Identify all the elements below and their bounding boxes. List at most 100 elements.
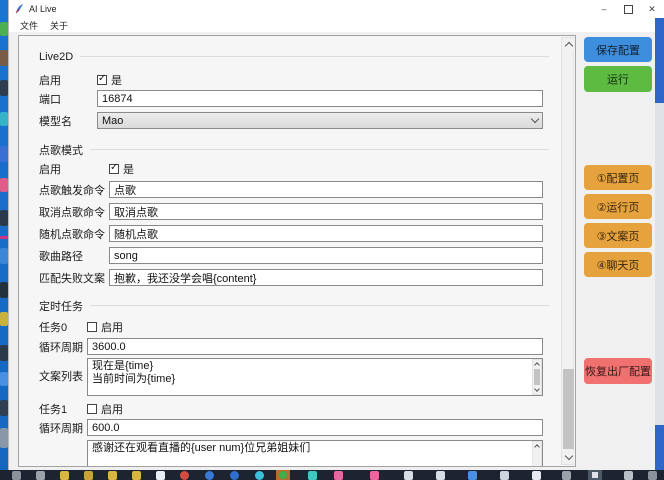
scroll-down-icon[interactable] — [533, 386, 541, 394]
live2d-enable-checkbox[interactable] — [97, 75, 107, 85]
taskbar-icon[interactable] — [12, 471, 21, 480]
taskbar-icon[interactable] — [334, 471, 343, 480]
taskbar-icon[interactable] — [624, 471, 633, 480]
taskbar-icon[interactable] — [648, 471, 657, 480]
section-header-timed-tasks: 定时任务 — [39, 299, 549, 312]
taskbar-icon[interactable] — [562, 471, 571, 480]
taskbar-icon[interactable] — [370, 471, 379, 480]
section-divider — [90, 149, 549, 150]
factory-reset-button[interactable]: 恢复出厂配置 — [584, 358, 652, 384]
task0-textarea-scrollbar[interactable] — [532, 359, 542, 395]
task1-textarea-scrollbar[interactable] — [532, 441, 542, 467]
song-path-input[interactable]: song — [109, 247, 543, 264]
scroll-down-icon[interactable] — [562, 451, 575, 463]
taskbar-icon[interactable] — [60, 471, 69, 480]
taskbar-icon-active[interactable] — [276, 470, 290, 480]
scrollbar-thumb[interactable] — [563, 369, 574, 449]
song-enable-text: 是 — [123, 161, 134, 177]
live2d-enable-label: 启用 — [39, 73, 61, 87]
task0-enable-text: 启用 — [101, 319, 123, 335]
menu-item-about[interactable]: 关于 — [50, 19, 68, 32]
taskbar-icon[interactable] — [532, 471, 541, 480]
song-fail-input[interactable]: 抱歉，我还没学会唱{content} — [109, 269, 543, 286]
song-path-label: 歌曲路径 — [39, 249, 83, 263]
section-title: Live2D — [39, 51, 73, 63]
song-cancel-input[interactable]: 取消点歌 — [109, 203, 543, 220]
taskbar-icon[interactable] — [500, 471, 509, 480]
window-title: AI Live — [29, 4, 57, 14]
task0-list-textarea[interactable]: 现在是{time} 当前时间为{time} — [87, 358, 543, 396]
task1-enable-checkbox[interactable] — [87, 404, 97, 414]
taskbar-icon[interactable] — [108, 471, 117, 480]
scrollbar-thumb[interactable] — [534, 369, 540, 385]
desktop-icon-fragment — [0, 112, 8, 126]
task1-label: 任务1 — [39, 402, 67, 416]
taskbar-icon[interactable] — [230, 471, 239, 480]
form-scrollbar[interactable] — [561, 37, 574, 465]
task1-enable-row: 启用 — [87, 402, 123, 416]
desktop-icon-fragment — [0, 312, 8, 326]
song-trigger-input[interactable]: 点歌 — [109, 181, 543, 198]
desktop-icon-fragment — [0, 50, 8, 66]
run-button[interactable]: 运行 — [584, 66, 652, 92]
model-value: Mao — [102, 115, 532, 127]
taskbar-icon[interactable] — [36, 471, 45, 480]
task0-label: 任务0 — [39, 320, 67, 334]
nav-run-page-button[interactable]: ②运行页 — [584, 194, 652, 219]
menu-bar: 文件 关于 — [9, 18, 655, 32]
taskbar-icon[interactable] — [156, 471, 165, 480]
taskbar-icon[interactable] — [205, 471, 214, 480]
song-random-input[interactable]: 随机点歌 — [109, 225, 543, 242]
task1-enable-text: 启用 — [101, 401, 123, 417]
scroll-up-icon[interactable] — [533, 360, 541, 368]
task1-list-textarea[interactable]: 感谢还在观看直播的{user num}位兄弟姐妹们 — [87, 440, 543, 467]
taskbar-icon-highlighted[interactable] — [588, 470, 602, 480]
taskbar-icon — [279, 471, 287, 479]
taskbar[interactable] — [0, 470, 664, 480]
taskbar-icon[interactable] — [468, 471, 477, 480]
taskbar-icon[interactable] — [255, 471, 264, 480]
save-config-button[interactable]: 保存配置 — [584, 37, 652, 62]
desktop-icon-fragment — [0, 210, 8, 226]
section-divider — [90, 305, 549, 306]
desktop-icon-fragment — [0, 400, 8, 416]
desktop-icon-fragment — [0, 345, 8, 361]
task0-enable-checkbox[interactable] — [87, 322, 97, 332]
task1-cycle-input[interactable]: 600.0 — [87, 419, 543, 436]
section-title: 点歌模式 — [39, 142, 83, 158]
desktop-icon-fragment — [0, 80, 8, 96]
scroll-up-icon[interactable] — [533, 442, 541, 450]
model-combobox[interactable]: Mao — [97, 112, 543, 129]
task0-cycle-input[interactable]: 3600.0 — [87, 338, 543, 355]
menu-item-file[interactable]: 文件 — [20, 19, 38, 32]
background-window-fragment — [655, 103, 664, 425]
song-random-label: 随机点歌命令 — [39, 227, 105, 241]
port-input[interactable]: 16874 — [97, 90, 543, 107]
taskbar-icon[interactable] — [308, 471, 317, 480]
window-content: Live2D 启用 是 端口 16874 模型名 Mao 点歌模式 启用 是 — [9, 32, 655, 470]
model-label: 模型名 — [39, 114, 72, 128]
taskbar-icon[interactable] — [180, 471, 189, 480]
song-enable-row: 是 — [109, 162, 134, 176]
taskbar-icon[interactable] — [404, 471, 413, 480]
config-form-panel: Live2D 启用 是 端口 16874 模型名 Mao 点歌模式 启用 是 — [18, 35, 576, 467]
taskbar-icon[interactable] — [436, 471, 445, 480]
section-header-song-mode: 点歌模式 — [39, 143, 549, 156]
nav-copy-page-button[interactable]: ③文案页 — [584, 223, 652, 248]
desktop-icon-fragment — [0, 22, 8, 36]
window-titlebar: AI Live — [9, 0, 655, 18]
desktop-icon-fragment — [0, 372, 8, 386]
maximize-button[interactable] — [618, 2, 638, 16]
live2d-enable-text: 是 — [111, 72, 122, 88]
song-cancel-label: 取消点歌命令 — [39, 205, 105, 219]
taskbar-icon[interactable] — [84, 471, 93, 480]
maximize-icon — [624, 5, 633, 14]
minimize-button[interactable]: – — [594, 2, 614, 16]
scroll-up-icon[interactable] — [562, 39, 575, 51]
taskbar-icon[interactable] — [132, 471, 141, 480]
background-window-fragment — [655, 425, 664, 470]
nav-chat-page-button[interactable]: ④聊天页 — [584, 252, 652, 277]
nav-config-page-button[interactable]: ①配置页 — [584, 165, 652, 190]
song-enable-checkbox[interactable] — [109, 164, 119, 174]
close-button[interactable]: ✕ — [642, 2, 662, 16]
